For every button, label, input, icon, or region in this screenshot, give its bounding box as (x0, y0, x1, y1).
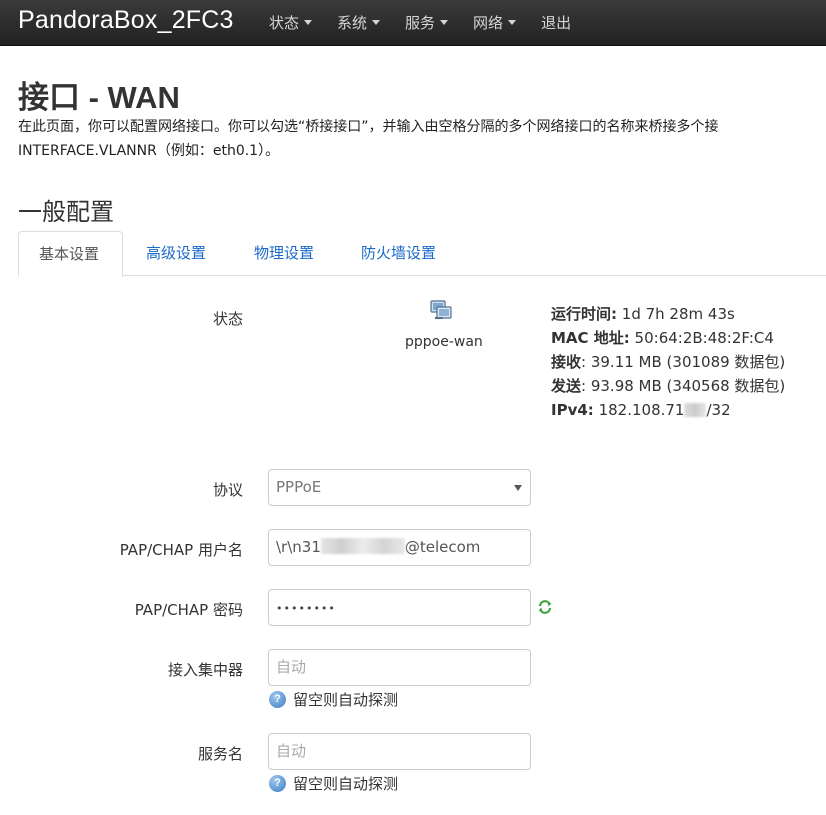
page-description-line-2: INTERFACE.VLANNR（例如：eth0.1）。 (18, 143, 280, 159)
rx-row: 接收: 39.11 MB (301089 数据包) (551, 353, 786, 371)
page-title: 接口 - WAN (18, 80, 180, 115)
page-description: 在此页面，你可以配置网络接口。你可以勾选“桥接接口”，并输入由空格分隔的多个网络… (18, 115, 826, 163)
top-navbar: PandoraBox_2FC3 状态 系统 服务 网络 退出 (0, 0, 826, 46)
concentrator-input[interactable]: 自动 (268, 649, 531, 686)
concentrator-label: 接入集中器 (167, 661, 243, 679)
protocol-select[interactable]: PPPoE (268, 469, 531, 506)
redacted-region (320, 538, 405, 554)
nav-item-logout[interactable]: 退出 (541, 0, 571, 46)
nav-menu: 状态 系统 服务 网络 退出 (269, 0, 596, 46)
service-name-label: 服务名 (197, 745, 243, 763)
caret-down-icon (304, 20, 313, 25)
interface-name: pppoe-wan (405, 334, 483, 350)
tab-advanced-settings[interactable]: 高级设置 (126, 231, 226, 276)
settings-tabs: 基本设置 高级设置 物理设置 防火墙设置 (18, 231, 826, 277)
network-interface-icon (430, 300, 452, 320)
reveal-password-icon[interactable] (537, 599, 553, 615)
caret-down-icon (372, 20, 381, 25)
interface-badge: pppoe-wan (405, 300, 483, 350)
username-input[interactable]: \r\n31 @telecom (268, 529, 531, 566)
nav-item-system[interactable]: 系统 (337, 0, 381, 46)
status-label: 状态 (212, 310, 243, 328)
page-description-line-1: 在此页面，你可以配置网络接口。你可以勾选“桥接接口”，并输入由空格分隔的多个网络… (18, 119, 719, 135)
tab-physical-settings[interactable]: 物理设置 (234, 231, 334, 276)
nav-item-network[interactable]: 网络 (473, 0, 517, 46)
caret-down-icon (508, 20, 517, 25)
concentrator-hint: ? 留空则自动探测 (269, 689, 398, 710)
help-icon: ? (269, 691, 286, 708)
dropdown-arrow-icon (514, 485, 522, 491)
nav-item-status[interactable]: 状态 (269, 0, 313, 46)
password-input[interactable]: •••••••• (268, 589, 531, 626)
section-title: 一般配置 (18, 198, 114, 226)
uptime-row: 运行时间: 1d 7h 28m 43s (551, 305, 735, 323)
nav-item-services[interactable]: 服务 (405, 0, 449, 46)
tab-firewall-settings[interactable]: 防火墙设置 (341, 231, 456, 276)
protocol-label: 协议 (212, 481, 243, 499)
ipv4-row: IPv4: 182.108.71/32 (551, 401, 731, 419)
protocol-value: PPPoE (276, 478, 322, 496)
mac-row: MAC 地址: 50:64:2B:48:2F:C4 (551, 329, 774, 347)
tab-basic-settings[interactable]: 基本设置 (18, 231, 123, 277)
service-name-hint: ? 留空则自动探测 (269, 773, 398, 794)
password-label: PAP/CHAP 密码 (134, 601, 243, 619)
help-icon: ? (269, 775, 286, 792)
redacted-region (684, 403, 707, 417)
tx-row: 发送: 93.98 MB (340568 数据包) (551, 377, 786, 395)
status-details: 运行时间: 1d 7h 28m 43s MAC 地址: 50:64:2B:48:… (551, 302, 785, 422)
service-name-input[interactable]: 自动 (268, 733, 531, 770)
username-label: PAP/CHAP 用户名 (119, 541, 243, 559)
brand-title[interactable]: PandoraBox_2FC3 (18, 6, 234, 35)
caret-down-icon (440, 20, 449, 25)
